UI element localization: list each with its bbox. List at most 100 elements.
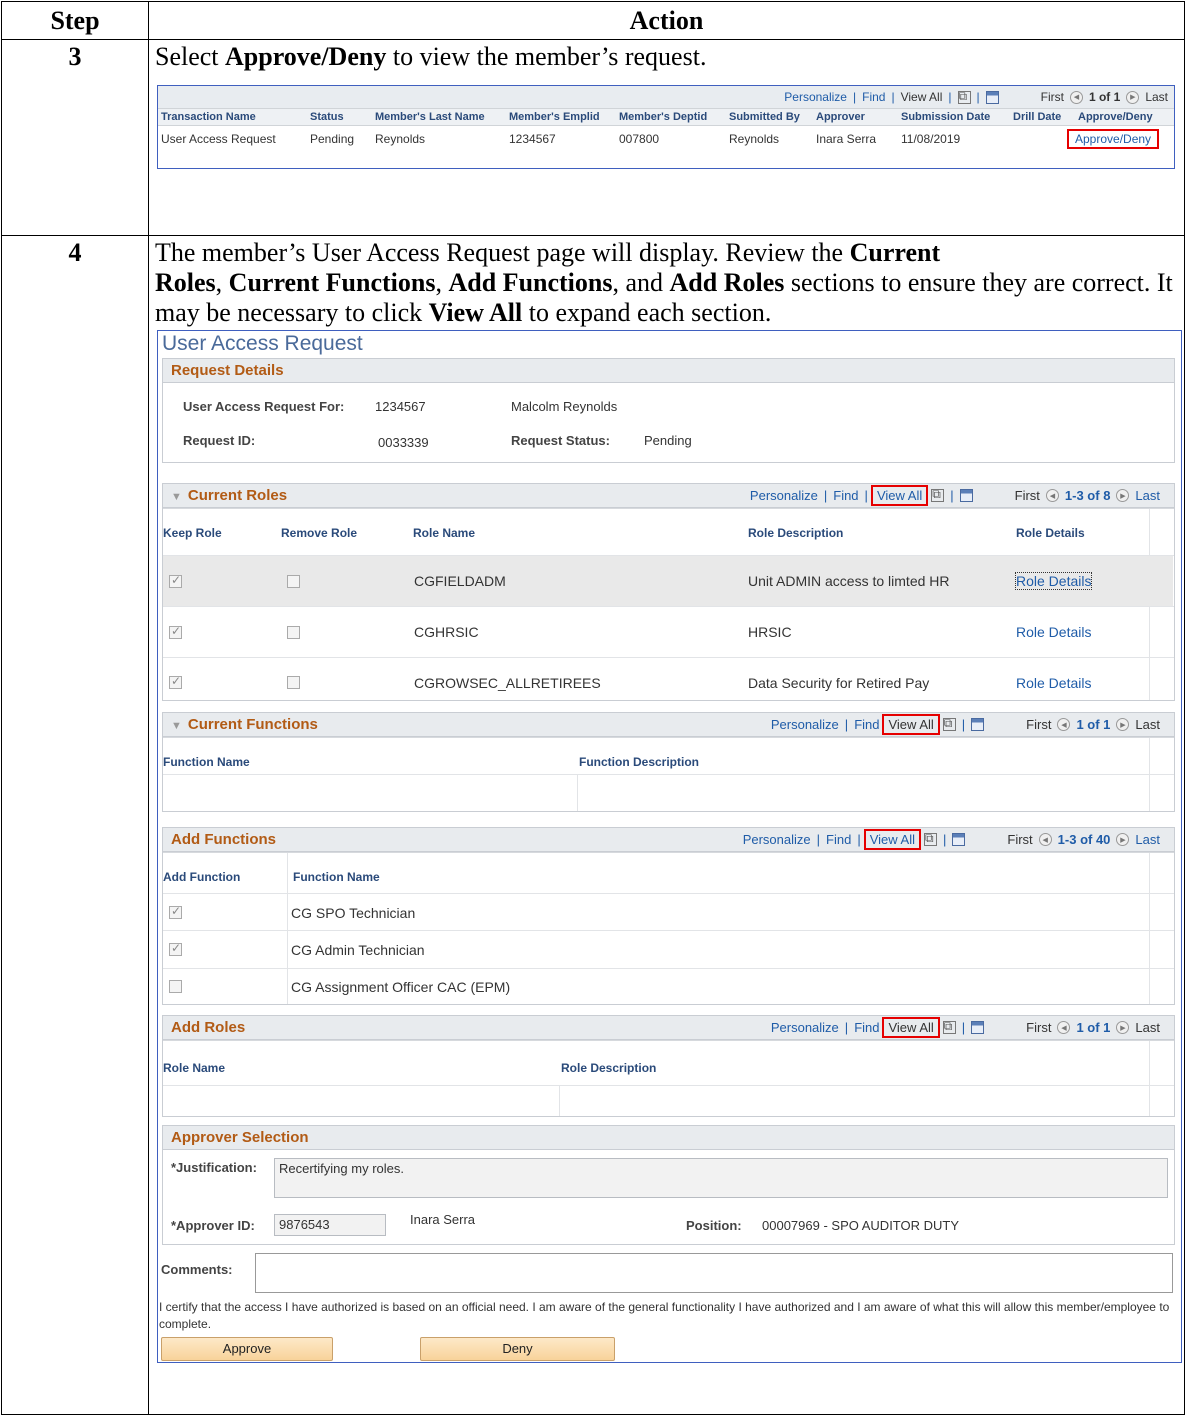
functions-table: Function Name Function Description (163, 737, 1174, 811)
col-function-name[interactable]: Function Name (293, 870, 380, 884)
next-icon[interactable]: ▶ (1116, 1021, 1130, 1034)
request-for-id: 1234567 (375, 399, 426, 414)
view-all-link[interactable]: View All (882, 714, 940, 735)
download-grid-icon[interactable] (952, 833, 966, 846)
keep-role-checkbox[interactable] (169, 573, 182, 588)
col-role-description[interactable]: Role Description (561, 1061, 656, 1075)
next-icon[interactable]: ▶ (1116, 718, 1130, 731)
col-approve-deny[interactable]: Approve/Deny (1078, 111, 1153, 123)
col-status[interactable]: Status (310, 111, 344, 123)
download-grid-icon[interactable] (959, 489, 973, 502)
first-label[interactable]: First (1026, 717, 1051, 732)
current-roles-toggle[interactable]: ▼ Current Roles (171, 487, 287, 504)
add-roles-title: Add Roles (171, 1019, 246, 1036)
popup-icon[interactable] (924, 831, 937, 846)
approve-button[interactable]: Approve (161, 1337, 333, 1361)
view-all-link[interactable]: View All (901, 90, 943, 104)
prev-icon[interactable]: ◀ (1057, 1021, 1071, 1034)
personalize-link[interactable]: Personalize (743, 832, 811, 847)
last-label[interactable]: Last (1135, 1020, 1160, 1035)
role-name: CGHRSIC (414, 624, 479, 640)
find-link[interactable]: Find (862, 90, 885, 104)
justification-field[interactable]: Recertifying my roles. (274, 1158, 1168, 1198)
col-remove-role[interactable]: Remove Role (281, 526, 357, 540)
last-label[interactable]: Last (1135, 488, 1160, 503)
add-function-checkbox[interactable] (169, 904, 182, 919)
col-add-function[interactable]: Add Function (163, 870, 240, 884)
view-all-link[interactable]: View All (882, 1017, 940, 1038)
current-functions-toggle[interactable]: ▼ Current Functions (171, 716, 318, 733)
find-link[interactable]: Find (833, 488, 858, 503)
range-label: 1 of 1 (1076, 1020, 1111, 1035)
first-label[interactable]: First (1041, 90, 1064, 104)
personalize-link[interactable]: Personalize (784, 90, 847, 104)
personalize-link[interactable]: Personalize (750, 488, 818, 503)
col-deptid[interactable]: Member's Deptid (619, 111, 707, 123)
col-role-name[interactable]: Role Name (413, 526, 475, 540)
col-approver[interactable]: Approver (816, 111, 865, 123)
prev-icon[interactable]: ◀ (1057, 718, 1071, 731)
prev-icon[interactable]: ◀ (1045, 489, 1059, 502)
col-role-name[interactable]: Role Name (163, 1061, 225, 1075)
keep-role-checkbox[interactable] (169, 674, 182, 689)
personalize-link[interactable]: Personalize (771, 1020, 839, 1035)
prev-icon[interactable]: ◀ (1038, 833, 1052, 846)
next-icon[interactable]: ▶ (1116, 833, 1130, 846)
col-submitted-by[interactable]: Submitted By (729, 111, 800, 123)
approver-id-field[interactable]: 9876543 (274, 1214, 386, 1236)
col-emplid[interactable]: Member's Emplid (509, 111, 600, 123)
certification-text: I certify that the access I have authori… (159, 1300, 1170, 1331)
first-label[interactable]: First (1015, 488, 1040, 503)
role-description: HRSIC (748, 624, 792, 640)
col-keep-role[interactable]: Keep Role (163, 526, 222, 540)
role-details-link[interactable]: Role Details (1016, 675, 1091, 691)
role-description: Data Security for Retired Pay (748, 675, 930, 691)
popup-icon[interactable] (957, 89, 971, 104)
popup-icon[interactable] (942, 716, 956, 731)
role-details-link[interactable]: Role Details (1014, 572, 1093, 590)
download-grid-icon[interactable] (971, 1021, 985, 1034)
col-role-description[interactable]: Role Description (748, 526, 843, 540)
popup-icon[interactable] (931, 487, 945, 502)
view-all-link[interactable]: View All (870, 485, 929, 506)
list-item: CG SPO Technician (163, 894, 1173, 931)
col-function-name[interactable]: Function Name (163, 755, 250, 769)
remove-role-checkbox[interactable] (287, 626, 300, 639)
find-link[interactable]: Find (854, 717, 879, 732)
deny-button[interactable]: Deny (420, 1337, 615, 1361)
justification-label: *Justification: (171, 1160, 257, 1175)
first-label[interactable]: First (1007, 832, 1032, 847)
view-all-link[interactable]: View All (863, 829, 922, 850)
col-drill-date[interactable]: Drill Date (1013, 111, 1061, 123)
personalize-link[interactable]: Personalize (771, 717, 839, 732)
download-grid-icon[interactable] (985, 90, 999, 104)
add-function-checkbox[interactable] (169, 941, 182, 956)
last-label[interactable]: Last (1135, 832, 1160, 847)
role-details-link[interactable]: Role Details (1016, 624, 1091, 640)
remove-role-checkbox[interactable] (287, 575, 300, 588)
col-submission-date[interactable]: Submission Date (901, 111, 990, 123)
find-link[interactable]: Find (826, 832, 851, 847)
approve-deny-link[interactable]: Approve/Deny (1066, 129, 1160, 149)
range-label: 1-3 of 8 (1064, 488, 1111, 503)
add-function-checkbox[interactable] (169, 980, 182, 993)
popup-icon[interactable] (942, 1019, 956, 1034)
next-icon[interactable]: ▶ (1116, 489, 1130, 502)
col-transaction[interactable]: Transaction Name (161, 111, 256, 123)
collapse-triangle-icon[interactable]: ▼ (171, 491, 182, 503)
col-role-details[interactable]: Role Details (1016, 526, 1085, 540)
last-label[interactable]: Last (1135, 717, 1160, 732)
collapse-triangle-icon[interactable]: ▼ (171, 720, 182, 732)
keep-role-checkbox[interactable] (169, 624, 182, 639)
prev-icon[interactable]: ◀ (1069, 90, 1083, 104)
remove-role-checkbox[interactable] (287, 676, 300, 689)
first-label[interactable]: First (1026, 1020, 1051, 1035)
request-for-name: Malcolm Reynolds (511, 399, 618, 414)
find-link[interactable]: Find (854, 1020, 879, 1035)
download-grid-icon[interactable] (971, 718, 985, 731)
last-label[interactable]: Last (1145, 90, 1168, 104)
comments-field[interactable] (255, 1253, 1173, 1293)
next-icon[interactable]: ▶ (1126, 90, 1140, 104)
col-last-name[interactable]: Member's Last Name (375, 111, 485, 123)
col-function-description[interactable]: Function Description (579, 755, 699, 769)
